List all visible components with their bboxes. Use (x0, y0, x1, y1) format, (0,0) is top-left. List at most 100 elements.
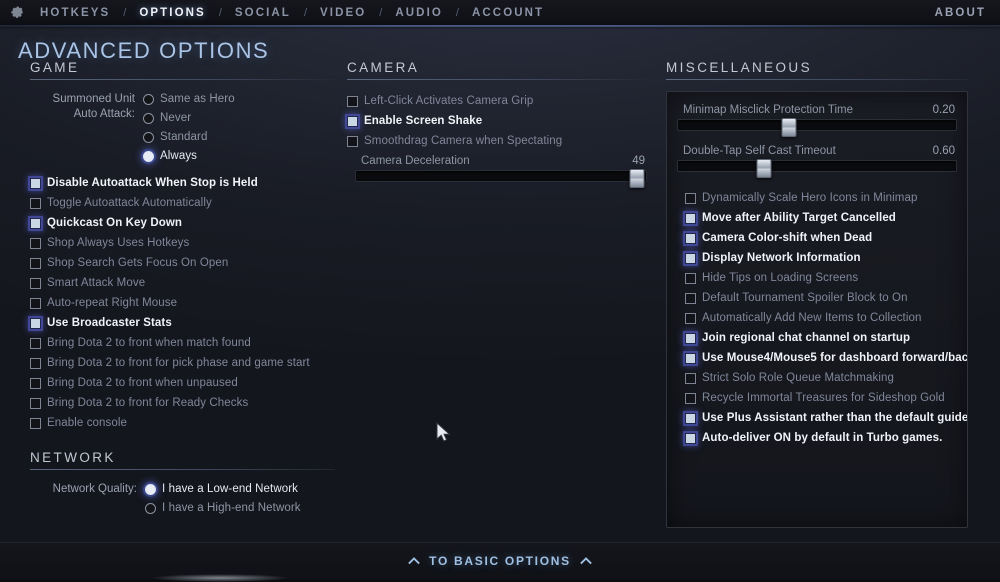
checkbox-automatically-add-new-items[interactable]: Automatically Add New Items to Collectio… (685, 308, 957, 328)
slider-knob[interactable] (756, 159, 772, 178)
section-divider (30, 469, 335, 470)
nav-separator: / (123, 6, 127, 19)
checkbox-display-network-information[interactable]: Display Network Information (685, 248, 957, 268)
slider-header: Double-Tap Self Cast Timeout 0.60 (677, 145, 957, 160)
checkbox-icon (30, 257, 41, 269)
checkbox-icon (685, 232, 696, 244)
checkbox-use-mouse4-mouse5-dashboard[interactable]: Use Mouse4/Mouse5 for dashboard forward/… (685, 348, 967, 368)
checkbox-dynamically-scale-hero-icons[interactable]: Dynamically Scale Hero Icons in Minimap (685, 188, 957, 208)
summoned-unit-label: Summoned Unit Auto Attack: (52, 93, 135, 120)
checkbox-use-broadcaster-stats[interactable]: Use Broadcaster Stats (30, 313, 335, 333)
checkbox-shop-always-uses-hotkeys[interactable]: Shop Always Uses Hotkeys (30, 233, 335, 253)
checkbox-bring-to-front-match-found[interactable]: Bring Dota 2 to front when match found (30, 333, 335, 353)
section-title-camera: CAMERA (347, 60, 420, 75)
slider-value: 0.60 (932, 145, 955, 157)
radio-icon (143, 131, 154, 143)
checkbox-hide-tips-on-loading-screens[interactable]: Hide Tips on Loading Screens (685, 268, 957, 288)
radio-icon-selected (145, 483, 156, 495)
checkbox-icon (30, 177, 41, 189)
nav-item-social[interactable]: SOCIAL (229, 7, 297, 19)
checkbox-bring-to-front-ready-checks[interactable]: Bring Dota 2 to front for Ready Checks (30, 393, 335, 413)
nav-item-hotkeys[interactable]: HOTKEYS (34, 7, 116, 19)
checkbox-icon (30, 357, 41, 369)
checkbox-smart-attack-move[interactable]: Smart Attack Move (30, 273, 335, 293)
slider-header: Minimap Misclick Protection Time 0.20 (677, 104, 957, 119)
miscellaneous-checkbox-list: Dynamically Scale Hero Icons in Minimap … (677, 188, 967, 448)
slider-track[interactable] (677, 159, 957, 178)
checkbox-strict-solo-role-queue[interactable]: Strict Solo Role Queue Matchmaking (685, 368, 957, 388)
slider-label: Minimap Misclick Protection Time (683, 104, 853, 116)
radio-same-as-hero[interactable]: Same as Hero (143, 91, 235, 107)
to-basic-options-button[interactable]: TO BASIC OPTIONS (408, 554, 592, 568)
radio-high-end-network[interactable]: I have a High-end Network (145, 500, 301, 516)
checkbox-quickcast-on-key-down[interactable]: Quickcast On Key Down (30, 213, 335, 233)
checkbox-shop-search-gets-focus-on-open[interactable]: Shop Search Gets Focus On Open (30, 253, 335, 273)
slider-knob[interactable] (629, 169, 645, 188)
slider-knob[interactable] (781, 118, 797, 137)
slider-value: 0.20 (932, 104, 955, 116)
slider-track[interactable] (677, 118, 957, 137)
checkbox-icon (347, 135, 358, 147)
checkbox-icon (30, 377, 41, 389)
radio-standard[interactable]: Standard (143, 129, 235, 145)
nav-item-options[interactable]: OPTIONS (133, 7, 211, 19)
radio-low-end-network[interactable]: I have a Low-end Network (145, 481, 301, 497)
radio-always[interactable]: Always (143, 148, 235, 164)
radio-icon-selected (143, 150, 154, 162)
to-basic-options-label: TO BASIC OPTIONS (429, 554, 571, 568)
radio-icon (143, 112, 154, 124)
nav-item-video[interactable]: VIDEO (314, 7, 372, 19)
section-divider (666, 79, 968, 80)
double-tap-self-cast-slider[interactable]: Double-Tap Self Cast Timeout 0.60 (677, 145, 957, 178)
checkbox-icon (685, 352, 696, 364)
checkbox-enable-screen-shake[interactable]: Enable Screen Shake (347, 111, 647, 131)
checkbox-default-tournament-spoiler-block[interactable]: Default Tournament Spoiler Block to On (685, 288, 957, 308)
section-title-miscellaneous: MISCELLANEOUS (666, 60, 812, 75)
checkbox-auto-repeat-right-mouse[interactable]: Auto-repeat Right Mouse (30, 293, 335, 313)
slider-track[interactable] (355, 169, 647, 188)
checkbox-auto-deliver-turbo-games[interactable]: Auto-deliver ON by default in Turbo game… (685, 428, 957, 448)
checkbox-icon (347, 115, 358, 127)
nav-item-audio[interactable]: AUDIO (389, 7, 449, 19)
checkbox-join-regional-chat-channel[interactable]: Join regional chat channel on startup (685, 328, 957, 348)
nav-separator: / (218, 6, 222, 19)
checkbox-icon (347, 95, 358, 107)
mouse-cursor (436, 422, 451, 442)
checkbox-toggle-autoattack-automatically[interactable]: Toggle Autoattack Automatically (30, 193, 335, 213)
camera-column: CAMERA Left-Click Activates Camera Grip … (347, 60, 647, 188)
checkbox-icon (30, 297, 41, 309)
checkbox-bring-to-front-pick-phase[interactable]: Bring Dota 2 to front for pick phase and… (30, 353, 335, 373)
camera-checkbox-list: Left-Click Activates Camera Grip Enable … (347, 91, 647, 151)
checkbox-icon (30, 337, 41, 349)
top-navigation-bar: HOTKEYS / OPTIONS / SOCIAL / VIDEO / AUD… (0, 0, 1000, 27)
checkbox-disable-autoattack-when-stop-held[interactable]: Disable Autoattack When Stop is Held (30, 173, 335, 193)
slider-header: Camera Deceleration 49 (355, 155, 647, 170)
checkbox-icon (685, 292, 696, 304)
gear-icon[interactable] (0, 4, 34, 21)
checkbox-smoothdrag-camera-spectating[interactable]: Smoothdrag Camera when Spectating (347, 131, 647, 151)
nav-item-account[interactable]: ACCOUNT (466, 7, 550, 19)
checkbox-camera-color-shift-when-dead[interactable]: Camera Color-shift when Dead (685, 228, 957, 248)
checkbox-icon (30, 217, 41, 229)
minimap-misclick-protection-slider[interactable]: Minimap Misclick Protection Time 0.20 (677, 104, 957, 137)
checkbox-move-after-ability-target-cancelled[interactable]: Move after Ability Target Cancelled (685, 208, 957, 228)
miscellaneous-panel: Minimap Misclick Protection Time 0.20 Do… (666, 91, 968, 528)
network-quality-options: I have a Low-end Network I have a High-e… (145, 481, 301, 516)
checkbox-recycle-immortal-treasures[interactable]: Recycle Immortal Treasures for Sideshop … (685, 388, 957, 408)
checkbox-use-plus-assistant-guides[interactable]: Use Plus Assistant rather than the defau… (685, 408, 967, 428)
network-column: NETWORK Network Quality: I have a Low-en… (30, 450, 335, 518)
checkbox-icon (685, 392, 696, 404)
game-checkbox-list: Disable Autoattack When Stop is Held Tog… (30, 173, 335, 433)
chevron-up-icon (580, 557, 592, 565)
checkbox-bring-to-front-unpaused[interactable]: Bring Dota 2 to front when unpaused (30, 373, 335, 393)
radio-never[interactable]: Never (143, 110, 235, 126)
slider-label: Double-Tap Self Cast Timeout (683, 145, 836, 157)
camera-deceleration-slider[interactable]: Camera Deceleration 49 (347, 155, 647, 188)
slider-value: 49 (632, 155, 645, 167)
checkbox-enable-console[interactable]: Enable console (30, 413, 335, 433)
radio-icon (145, 502, 156, 514)
checkbox-icon (30, 397, 41, 409)
nav-item-about[interactable]: ABOUT (935, 7, 1000, 19)
checkbox-left-click-camera-grip[interactable]: Left-Click Activates Camera Grip (347, 91, 647, 111)
nav-separator: / (379, 6, 383, 19)
